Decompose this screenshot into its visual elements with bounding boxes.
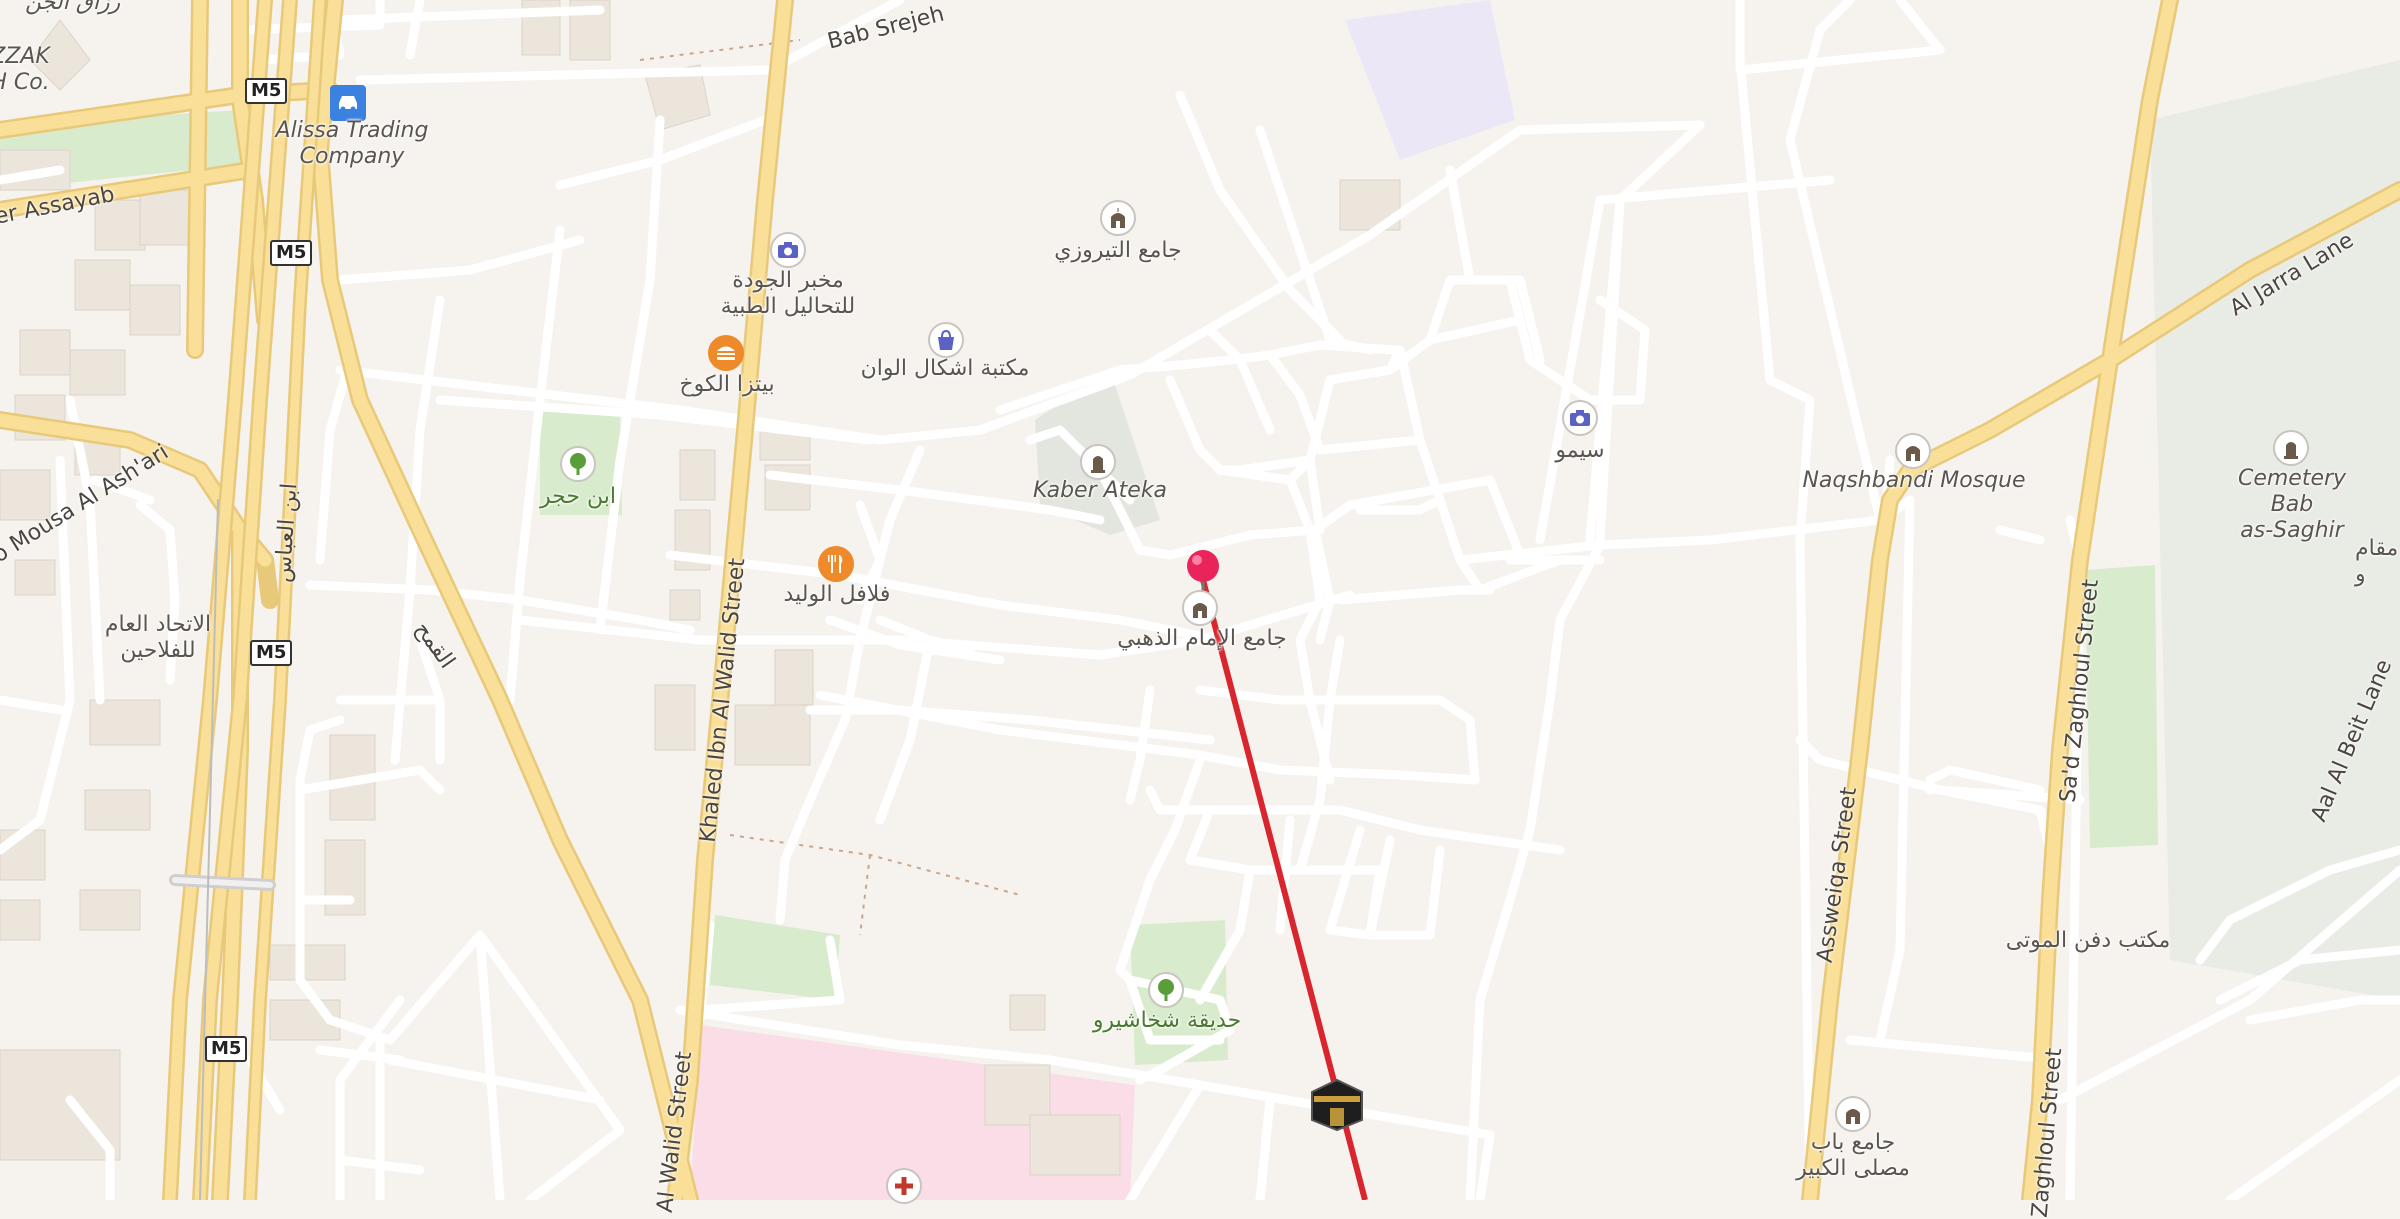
poi-label-garden[interactable]: حديقة شخاشيرو <box>1093 1008 1241 1034</box>
place-label: رزاق الجن <box>25 0 121 15</box>
tree-icon[interactable] <box>1148 972 1184 1008</box>
business-label-alissa[interactable]: Alissa Trading Company <box>276 118 429 170</box>
shopping-bag-icon[interactable] <box>928 322 964 358</box>
mosque-icon[interactable] <box>1182 590 1218 626</box>
park-label[interactable]: ابن حجر <box>540 484 616 510</box>
route-shield: M5 <box>245 78 288 104</box>
poi-label-bookshop[interactable]: مكتبة اشكال الوان <box>861 356 1030 382</box>
mosque-icon[interactable] <box>1895 433 1931 469</box>
poi-label-lab[interactable]: مخبر الجودة للتحاليل الطبية <box>721 268 855 320</box>
route-shield: M5 <box>205 1036 248 1062</box>
place-label: ZZAK H Co. <box>0 44 50 95</box>
place-label[interactable]: الاتحاد العام للفلاحين <box>105 612 211 664</box>
poi-label-funeral[interactable]: مكتب دفن الموتى <box>2006 928 2171 954</box>
poi-label-falafel[interactable]: فلافل الوليد <box>784 582 891 608</box>
poi-label-pizza[interactable]: بيتزا الكوخ <box>679 372 774 398</box>
poi-label-naqshbandi[interactable]: Naqshbandi Mosque <box>1802 468 2025 494</box>
poi-label-bab-musalla[interactable]: جامع باب مصلى الكبير <box>1796 1130 1910 1182</box>
poi-label-tirouzi[interactable]: جامع التيروزي <box>1054 238 1182 264</box>
mosque-icon[interactable] <box>1835 1096 1871 1132</box>
mosque-icon[interactable] <box>1100 200 1136 236</box>
cemetery-icon[interactable] <box>1080 444 1116 480</box>
kaaba-icon[interactable] <box>1310 1078 1364 1132</box>
restaurant-icon[interactable] <box>818 546 854 582</box>
route-shield: M5 <box>270 240 313 266</box>
camera-icon[interactable] <box>770 232 806 268</box>
route-shield: M5 <box>250 640 293 666</box>
poi-label-golden-mosque[interactable]: جامع الإمام الذهبي <box>1117 626 1287 652</box>
burger-icon[interactable] <box>708 335 744 371</box>
poi-label-simo[interactable]: سيمو <box>1555 438 1604 464</box>
poi-label-kaber-ateka[interactable]: Kaber Ateka <box>1033 478 1167 504</box>
camera-icon[interactable] <box>1562 400 1598 436</box>
hospital-icon[interactable] <box>886 1168 922 1204</box>
poi-label-cemetery[interactable]: Cemetery Bab as-Saghir <box>2238 466 2346 544</box>
car-icon[interactable] <box>330 85 366 121</box>
place-label: مقام و <box>2355 536 2399 587</box>
tree-icon[interactable] <box>560 446 596 482</box>
cemetery-icon[interactable] <box>2273 430 2309 466</box>
